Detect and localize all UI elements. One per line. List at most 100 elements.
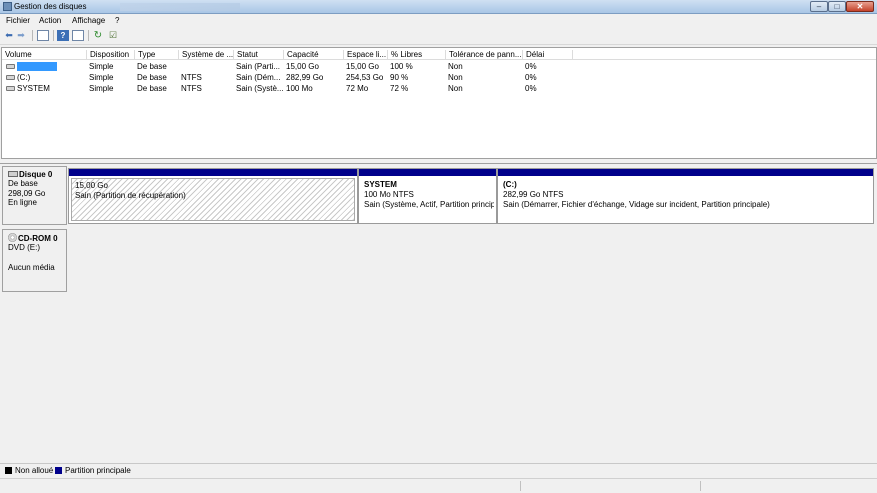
status-cell: Sain (Parti... bbox=[236, 62, 281, 71]
partition-recovery[interactable]: 15,00 Go Sain (Partition de récupération… bbox=[68, 168, 358, 224]
capacity-cell: 100 Mo bbox=[286, 84, 313, 93]
column-header-percent-free[interactable]: % Libres bbox=[387, 50, 445, 60]
menu-bar: Fichier Action Affichage ? bbox=[0, 14, 877, 27]
partition-recovery-body: 15,00 Go Sain (Partition de récupération… bbox=[71, 178, 355, 221]
minimize-button[interactable]: – bbox=[810, 1, 828, 12]
free-space-cell: 72 Mo bbox=[346, 84, 369, 93]
column-header-fault-tolerance[interactable]: Tolérance de pann... bbox=[445, 50, 522, 60]
percent-free-cell: 100 % bbox=[390, 62, 413, 71]
volume-cell: (C:) bbox=[3, 73, 87, 82]
partition-status: Sain (Partition de récupération) bbox=[75, 191, 186, 200]
disk-0-status: En ligne bbox=[8, 198, 37, 207]
partition-c-body: (C:) 282,99 Go NTFS Sain (Démarrer, Fich… bbox=[500, 178, 871, 221]
volume-name: (C:) bbox=[17, 73, 31, 82]
disposition-cell: Simple bbox=[89, 62, 114, 71]
status-bar bbox=[0, 478, 877, 493]
legend-unallocated-swatch bbox=[5, 467, 12, 474]
menu-action[interactable]: Action bbox=[39, 16, 61, 25]
free-space-cell: 15,00 Go bbox=[346, 62, 379, 71]
filesystem-cell: NTFS bbox=[181, 73, 202, 82]
hard-disk-icon bbox=[8, 171, 18, 177]
forward-arrow-icon[interactable]: ➡ bbox=[15, 30, 27, 41]
title-bar-ghost bbox=[120, 3, 240, 11]
delay-cell: 0% bbox=[525, 73, 537, 82]
toolbar: ⬅ ➡ ? ↻ ☑ bbox=[0, 27, 877, 45]
partition-title: (C:) bbox=[503, 180, 517, 189]
toolbar-separator bbox=[53, 30, 54, 41]
capacity-cell: 282,99 Go bbox=[286, 73, 324, 82]
cdrom-0-drive: DVD (E:) bbox=[8, 243, 40, 252]
type-cell: De base bbox=[137, 84, 167, 93]
partition-size: 15,00 Go bbox=[75, 181, 108, 190]
partition-c-drive[interactable]: (C:) 282,99 Go NTFS Sain (Démarrer, Fich… bbox=[497, 168, 874, 224]
menu-help[interactable]: ? bbox=[115, 16, 119, 25]
back-arrow-icon[interactable]: ⬅ bbox=[3, 30, 15, 41]
legend-primary-label: Partition principale bbox=[65, 466, 131, 475]
cdrom-0-name-row: CD-ROM 0 bbox=[8, 233, 66, 243]
partition-title: SYSTEM bbox=[364, 180, 397, 189]
column-header-free-space[interactable]: Espace li... bbox=[343, 50, 387, 60]
delay-cell: 0% bbox=[525, 84, 537, 93]
disposition-cell: Simple bbox=[89, 84, 114, 93]
volume-name: SYSTEM bbox=[17, 84, 50, 93]
column-header-disposition[interactable]: Disposition bbox=[86, 50, 134, 60]
disposition-cell: Simple bbox=[89, 73, 114, 82]
partition-size: 282,99 Go NTFS bbox=[503, 190, 564, 199]
capacity-cell: 15,00 Go bbox=[286, 62, 319, 71]
delay-cell: 0% bbox=[525, 62, 537, 71]
refresh-icon[interactable]: ↻ bbox=[92, 30, 104, 41]
status-cell: Sain (Dém... bbox=[236, 73, 281, 82]
menu-fichier[interactable]: Fichier bbox=[6, 16, 30, 25]
disk-map-pane: Disque 0 De base 298,09 Go En ligne 15,0… bbox=[0, 163, 877, 461]
disk-0-name: Disque 0 bbox=[19, 170, 53, 179]
column-header-type[interactable]: Type bbox=[134, 50, 178, 60]
maximize-button[interactable]: □ bbox=[828, 1, 846, 12]
volume-list-header: Volume Disposition Type Système de ... S… bbox=[2, 48, 876, 60]
status-separator bbox=[700, 481, 701, 491]
help-icon[interactable]: ? bbox=[57, 30, 69, 41]
cdrom-0-area[interactable] bbox=[68, 229, 876, 292]
legend-primary-swatch bbox=[55, 467, 62, 474]
cd-drive-icon bbox=[8, 233, 17, 242]
partition-status: Sain (Système, Actif, Partition principa bbox=[364, 200, 494, 209]
type-cell: De base bbox=[137, 62, 167, 71]
menu-affichage[interactable]: Affichage bbox=[72, 16, 105, 25]
fault-tolerance-cell: Non bbox=[448, 84, 463, 93]
column-header-volume[interactable]: Volume bbox=[2, 50, 87, 60]
partition-status: Sain (Démarrer, Fichier d'échange, Vidag… bbox=[503, 200, 770, 209]
table-row[interactable]: SYSTEM Simple De base NTFS Sain (Systè..… bbox=[2, 83, 876, 94]
fault-tolerance-cell: Non bbox=[448, 62, 463, 71]
toolbar-separator bbox=[88, 30, 89, 41]
status-cell: Sain (Systè... bbox=[236, 84, 283, 93]
volume-cell bbox=[3, 62, 87, 71]
legend-unallocated-label: Non alloué bbox=[15, 466, 54, 475]
cdrom-0-media: Aucun média bbox=[8, 262, 55, 272]
partition-system[interactable]: SYSTEM 100 Mo NTFS Sain (Système, Actif,… bbox=[358, 168, 497, 224]
window-title: Gestion des disques bbox=[14, 2, 87, 11]
close-button[interactable]: ✕ bbox=[846, 1, 874, 12]
properties-icon[interactable] bbox=[72, 30, 84, 41]
column-header-filesystem[interactable]: Système de ... bbox=[178, 50, 233, 60]
check-disk-icon[interactable]: ☑ bbox=[107, 30, 119, 41]
filesystem-cell: NTFS bbox=[181, 84, 202, 93]
disk-0-name-row: Disque 0 bbox=[8, 170, 66, 179]
status-separator bbox=[520, 481, 521, 491]
title-bar: Gestion des disques – □ ✕ bbox=[0, 0, 877, 14]
partition-primary-bar bbox=[69, 169, 357, 176]
column-header-status[interactable]: Statut bbox=[233, 50, 283, 60]
cdrom-0-label[interactable]: CD-ROM 0 DVD (E:) Aucun média bbox=[2, 229, 67, 292]
volume-cell: SYSTEM bbox=[3, 84, 87, 93]
free-space-cell: 254,53 Go bbox=[346, 73, 384, 82]
volume-name-selected[interactable] bbox=[17, 62, 57, 71]
percent-free-cell: 72 % bbox=[390, 84, 409, 93]
partition-primary-bar bbox=[359, 169, 496, 176]
column-header-capacity[interactable]: Capacité bbox=[283, 50, 343, 60]
column-header-delay[interactable]: Délai bbox=[522, 50, 572, 60]
disk-0-size: 298,09 Go bbox=[8, 188, 46, 198]
partition-system-body: SYSTEM 100 Mo NTFS Sain (Système, Actif,… bbox=[361, 178, 494, 221]
console-tree-icon[interactable] bbox=[37, 30, 49, 41]
type-cell: De base bbox=[137, 73, 167, 82]
table-row[interactable]: (C:) Simple De base NTFS Sain (Dém... 28… bbox=[2, 72, 876, 83]
disk-0-label[interactable]: Disque 0 De base 298,09 Go En ligne bbox=[2, 166, 67, 225]
table-row[interactable]: Simple De base Sain (Parti... 15,00 Go 1… bbox=[2, 61, 876, 72]
